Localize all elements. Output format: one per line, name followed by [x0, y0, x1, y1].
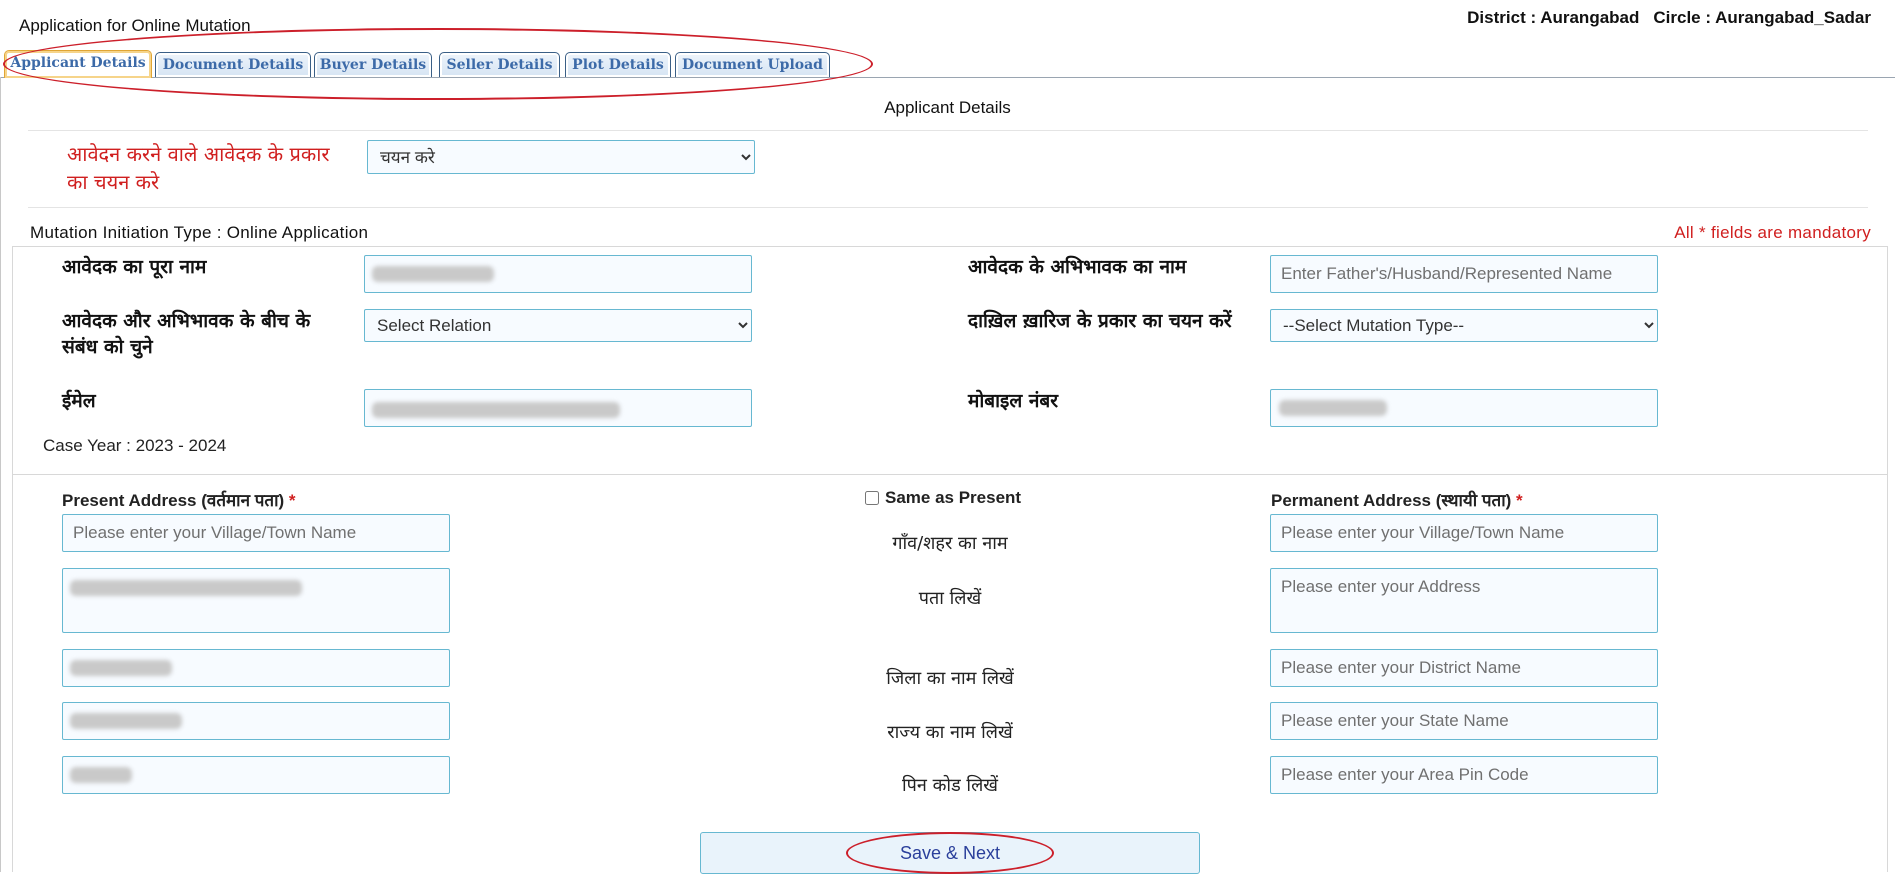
section-title: Applicant Details — [884, 98, 1011, 117]
permanent-village-input[interactable] — [1270, 514, 1658, 552]
tab-buyer-details[interactable]: Buyer Details — [314, 52, 432, 77]
app-title: Application for Online Mutation — [19, 16, 251, 35]
permanent-district-input[interactable] — [1270, 649, 1658, 687]
same-as-present-checkbox[interactable] — [865, 491, 879, 505]
redacted-value — [372, 402, 620, 418]
circle-label: Circle : Aurangabad_Sadar — [1653, 8, 1871, 27]
redacted-value — [70, 660, 172, 676]
mutation-type-label: दाख़िल ख़ारिज के प्रकार का चयन करें — [968, 310, 1232, 332]
present-village-input[interactable] — [62, 514, 450, 552]
redacted-value — [372, 266, 494, 282]
case-year: Case Year : 2023 - 2024 — [43, 436, 227, 455]
permanent-pin-input[interactable] — [1270, 756, 1658, 794]
email-label: ईमेल — [62, 390, 96, 412]
mobile-label: मोबाइल नंबर — [968, 390, 1059, 412]
applicant-type-label: आवेदन करने वाले आवेदक के प्रकार का चयन क… — [67, 142, 330, 194]
pin-code-label: पिन कोड लिखें — [901, 775, 999, 796]
district-label: District : Aurangabad — [1467, 8, 1640, 27]
tab-applicant-details[interactable]: Applicant Details — [4, 50, 152, 78]
district-circle-info: District : Aurangabad Circle : Aurangabad… — [1453, 8, 1871, 28]
tab-document-upload[interactable]: Document Upload — [675, 52, 830, 77]
guardian-name-label: आवेदक के अभिभावक का नाम — [968, 256, 1187, 278]
present-address-heading: Present Address (वर्तमान पता) * — [62, 488, 296, 511]
village-label: गाँव/शहर का नाम — [892, 533, 1008, 554]
permanent-address-heading: Permanent Address (स्थायी पता) * — [1271, 488, 1523, 511]
mutation-initiation-type: Mutation Initiation Type : Online Applic… — [30, 223, 369, 242]
save-next-button[interactable]: Save & Next — [700, 832, 1200, 874]
divider — [28, 207, 1868, 208]
applicant-type-select[interactable]: चयन करे — [367, 140, 755, 174]
redacted-value — [1279, 400, 1387, 416]
present-address-input[interactable] — [62, 568, 450, 633]
same-as-present-control[interactable]: Same as Present — [865, 488, 1021, 508]
state-name-label: राज्य का नाम लिखें — [887, 722, 1013, 743]
mutation-type-select[interactable]: --Select Mutation Type-- — [1270, 309, 1658, 342]
guardian-name-input[interactable] — [1270, 255, 1658, 293]
permanent-address-heading-text: Permanent Address (स्थायी पता) — [1271, 491, 1512, 510]
full-name-label: आवेदक का पूरा नाम — [62, 256, 207, 278]
same-as-present-label: Same as Present — [885, 488, 1022, 507]
tab-seller-details[interactable]: Seller Details — [439, 52, 560, 77]
district-name-label: जिला का नाम लिखें — [886, 668, 1014, 689]
redacted-value — [70, 713, 182, 729]
relation-select[interactable]: Select Relation — [364, 309, 752, 342]
relation-label: आवेदक और अभिभावक के बीच के संबंध को चुने — [62, 310, 311, 358]
redacted-value — [70, 580, 302, 596]
present-address-heading-text: Present Address (वर्तमान पता) — [62, 491, 285, 510]
required-mark: * — [288, 491, 296, 510]
divider — [28, 130, 1868, 131]
tab-bar: Applicant Details Document Details Buyer… — [0, 50, 1895, 78]
required-mark: * — [1516, 491, 1523, 510]
permanent-state-input[interactable] — [1270, 702, 1658, 740]
tab-plot-details[interactable]: Plot Details — [565, 52, 671, 77]
permanent-address-input[interactable] — [1270, 568, 1658, 633]
tab-document-details[interactable]: Document Details — [155, 52, 311, 77]
mandatory-note: All * fields are mandatory — [1674, 223, 1871, 242]
address-label: पता लिखें — [918, 588, 982, 609]
redacted-value — [70, 767, 132, 783]
